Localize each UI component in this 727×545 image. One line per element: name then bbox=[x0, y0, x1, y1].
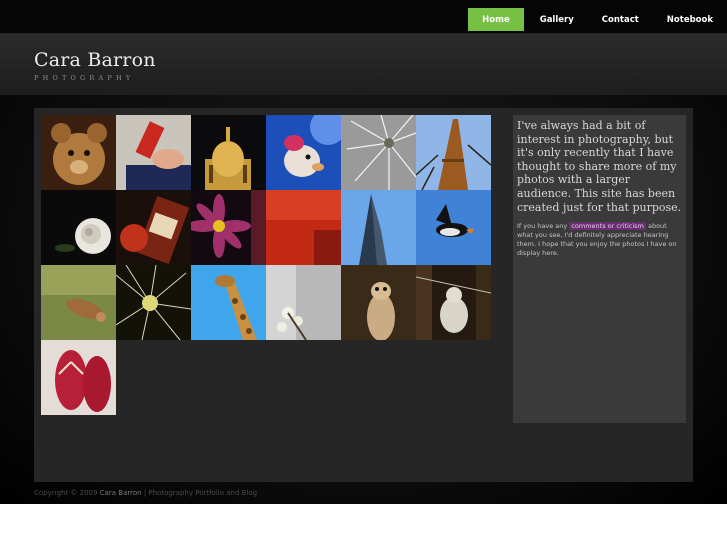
main-nav: Home Gallery Contact Notebook bbox=[468, 8, 727, 31]
thumbnail-ragged-toy-on-string[interactable] bbox=[416, 265, 491, 340]
footer-copyright: Copyright © 2009 bbox=[34, 489, 98, 497]
page: Home Gallery Contact Notebook Cara Barro… bbox=[0, 0, 727, 504]
intro-text: I've always had a bit of interest in pho… bbox=[517, 119, 682, 214]
nav-gallery[interactable]: Gallery bbox=[526, 8, 588, 31]
main-content-panel: I've always had a bit of interest in pho… bbox=[34, 108, 693, 482]
comments-link[interactable]: comments or criticism bbox=[569, 222, 646, 231]
thumbnail-hand-with-bottle[interactable] bbox=[116, 115, 191, 190]
thumbnail-toy-figure[interactable] bbox=[266, 115, 341, 190]
footer-tagline: | Photography Portfolio and Blog bbox=[143, 489, 258, 497]
thumbnail-meerkat[interactable] bbox=[341, 265, 416, 340]
thumbnail-bird-in-grass[interactable] bbox=[41, 265, 116, 340]
photo-grid bbox=[41, 115, 491, 415]
thumbnail-dandelion-seedhead[interactable] bbox=[116, 265, 191, 340]
thumbnail-teddy-bear[interactable] bbox=[41, 115, 116, 190]
feedback-note: If you have any comments or criticism ab… bbox=[517, 222, 682, 258]
thumbnail-flying-puffin[interactable] bbox=[416, 190, 491, 265]
top-navigation-bar: Home Gallery Contact Notebook bbox=[0, 0, 727, 33]
note-before: If you have any bbox=[517, 222, 568, 231]
thumbnail-pink-flower[interactable] bbox=[191, 190, 266, 265]
thumbnail-red-wall[interactable] bbox=[266, 190, 341, 265]
site-subtitle: PHOTOGRAPHY bbox=[34, 74, 135, 82]
footer: Copyright © 2009 Cara Barron | Photograp… bbox=[34, 489, 257, 497]
thumbnail-lit-dome[interactable] bbox=[191, 115, 266, 190]
thumbnail-dandelion-seeds[interactable] bbox=[341, 115, 416, 190]
thumbnail-white-blossoms[interactable] bbox=[266, 265, 341, 340]
thumbnail-giraffe[interactable] bbox=[191, 265, 266, 340]
thumbnail-skyscraper[interactable] bbox=[341, 190, 416, 265]
nav-contact[interactable]: Contact bbox=[588, 8, 653, 31]
thumbnail-whisky-bottle[interactable] bbox=[116, 190, 191, 265]
footer-name[interactable]: Cara Barron bbox=[100, 489, 142, 497]
site-title[interactable]: Cara Barron bbox=[34, 49, 156, 71]
sidebar-about: I've always had a bit of interest in pho… bbox=[513, 115, 686, 423]
thumbnail-eiffel-tower[interactable] bbox=[416, 115, 491, 190]
thumbnail-white-rose[interactable] bbox=[41, 190, 116, 265]
thumbnail-red-flip-flops[interactable] bbox=[41, 340, 116, 415]
nav-home[interactable]: Home bbox=[468, 8, 524, 31]
nav-notebook[interactable]: Notebook bbox=[653, 8, 727, 31]
